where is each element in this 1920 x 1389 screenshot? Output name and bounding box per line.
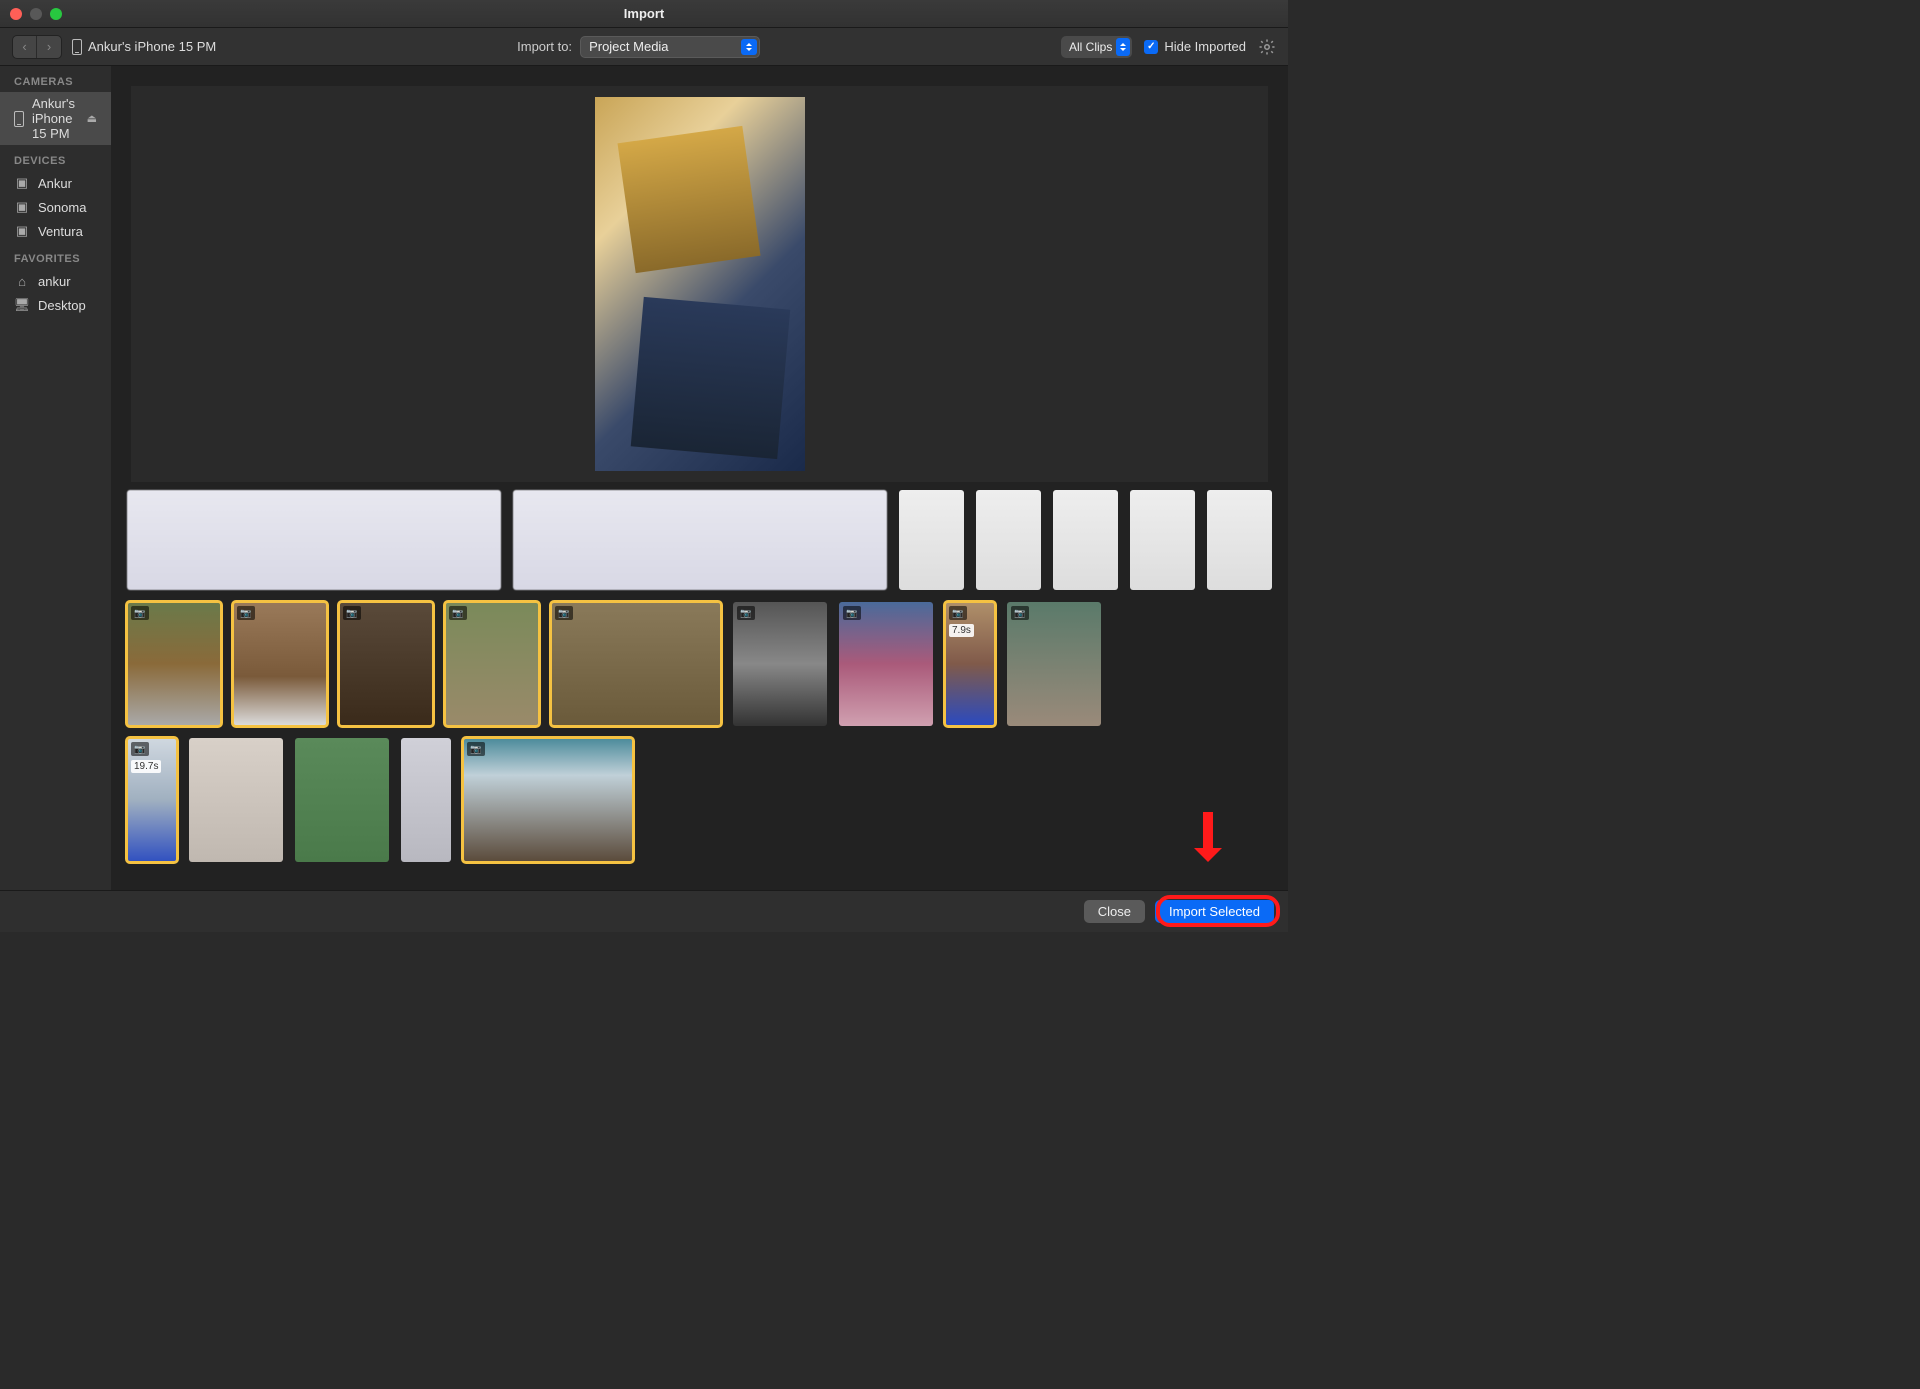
footer: Close Import Selected bbox=[0, 890, 1288, 932]
hide-imported-label: Hide Imported bbox=[1164, 39, 1246, 54]
thumbnail[interactable]: 📷 bbox=[733, 602, 827, 726]
thumbnail[interactable]: 📷 bbox=[445, 602, 539, 726]
camera-badge-icon: 📷 bbox=[449, 606, 467, 620]
minimize-window-button[interactable] bbox=[30, 8, 42, 20]
forward-button[interactable]: › bbox=[37, 36, 61, 58]
sidebar-item-fav-ankur[interactable]: ⌂ ankur bbox=[0, 269, 111, 293]
thumbnail[interactable] bbox=[127, 490, 501, 590]
duration-badge: 19.7s bbox=[131, 760, 161, 773]
nav-buttons: ‹ › bbox=[12, 35, 62, 59]
camera-badge-icon: 📷 bbox=[237, 606, 255, 620]
window-title: Import bbox=[624, 6, 664, 21]
camera-badge-icon: 📷 bbox=[555, 606, 573, 620]
gear-icon[interactable] bbox=[1258, 38, 1276, 56]
sidebar-item-label: Ventura bbox=[38, 224, 83, 239]
camera-badge-icon: 📷 bbox=[343, 606, 361, 620]
thumbnail[interactable] bbox=[899, 490, 964, 590]
thumbnail[interactable] bbox=[1053, 490, 1118, 590]
thumbnail[interactable] bbox=[401, 738, 451, 862]
dropdown-icon bbox=[741, 39, 757, 55]
import-selected-button[interactable]: Import Selected bbox=[1155, 900, 1274, 923]
sidebar-item-label: Ankur's iPhone 15 PM bbox=[32, 96, 79, 141]
thumbnails-grid: 📷 📷 📷 📷 📷 📷 📷 📷 7.9s 📷 📷 19.7s 📷 bbox=[111, 486, 1288, 890]
camera-badge-icon: 📷 bbox=[737, 606, 755, 620]
back-button[interactable]: ‹ bbox=[13, 36, 37, 58]
close-button[interactable]: Close bbox=[1084, 900, 1145, 923]
sidebar-item-device-sonoma[interactable]: ▣ Sonoma bbox=[0, 195, 111, 219]
checkbox-icon: ✓ bbox=[1144, 40, 1158, 54]
drive-icon: ▣ bbox=[14, 175, 30, 191]
sidebar-item-fav-desktop[interactable]: 🖥 Desktop bbox=[0, 293, 111, 317]
thumbnail[interactable] bbox=[295, 738, 389, 862]
current-device: Ankur's iPhone 15 PM bbox=[72, 39, 216, 55]
camera-badge-icon: 📷 bbox=[131, 742, 149, 756]
traffic-lights bbox=[10, 8, 62, 20]
toolbar-right: All Clips ✓ Hide Imported bbox=[1061, 36, 1276, 58]
thumbnail[interactable] bbox=[189, 738, 283, 862]
thumbnail[interactable]: 📷 19.7s bbox=[127, 738, 177, 862]
toolbar: ‹ › Ankur's iPhone 15 PM Import to: Proj… bbox=[0, 28, 1288, 66]
thumbnail[interactable]: 📷 bbox=[1007, 602, 1101, 726]
drive-icon: ▣ bbox=[14, 223, 30, 239]
drive-icon: ▣ bbox=[14, 199, 30, 215]
sidebar-item-label: Desktop bbox=[38, 298, 86, 313]
content: CAMERAS Ankur's iPhone 15 PM ⏏ DEVICES ▣… bbox=[0, 66, 1288, 890]
thumbnail[interactable] bbox=[1207, 490, 1272, 590]
phone-icon bbox=[72, 39, 82, 55]
sidebar-item-device-ventura[interactable]: ▣ Ventura bbox=[0, 219, 111, 243]
preview-pane bbox=[131, 86, 1268, 482]
thumbnail[interactable]: 📷 bbox=[551, 602, 721, 726]
phone-icon bbox=[14, 111, 24, 127]
home-icon: ⌂ bbox=[14, 273, 30, 289]
thumbnail[interactable] bbox=[976, 490, 1041, 590]
sidebar-item-label: Ankur bbox=[38, 176, 72, 191]
sidebar-section-header: FAVORITES bbox=[0, 243, 111, 269]
thumbnail[interactable]: 📷 bbox=[339, 602, 433, 726]
camera-badge-icon: 📷 bbox=[1011, 606, 1029, 620]
thumbnail[interactable] bbox=[1130, 490, 1195, 590]
camera-badge-icon: 📷 bbox=[467, 742, 485, 756]
clips-filter-value: All Clips bbox=[1069, 40, 1112, 54]
import-to-control: Import to: Project Media bbox=[517, 36, 760, 58]
eject-icon[interactable]: ⏏ bbox=[87, 112, 97, 125]
clips-filter-select[interactable]: All Clips bbox=[1061, 36, 1132, 58]
fullscreen-window-button[interactable] bbox=[50, 8, 62, 20]
close-window-button[interactable] bbox=[10, 8, 22, 20]
hide-imported-checkbox[interactable]: ✓ Hide Imported bbox=[1144, 39, 1246, 54]
main-area: 📷 📷 📷 📷 📷 📷 📷 📷 7.9s 📷 📷 19.7s 📷 bbox=[111, 66, 1288, 890]
preview-image bbox=[595, 97, 805, 471]
duration-badge: 7.9s bbox=[949, 624, 974, 637]
sidebar-section-header: DEVICES bbox=[0, 145, 111, 171]
camera-badge-icon: 📷 bbox=[131, 606, 149, 620]
titlebar: Import bbox=[0, 0, 1288, 28]
sidebar-item-label: Sonoma bbox=[38, 200, 86, 215]
sidebar-item-camera-iphone[interactable]: Ankur's iPhone 15 PM ⏏ bbox=[0, 92, 111, 145]
thumbnail[interactable]: 📷 bbox=[233, 602, 327, 726]
import-to-label: Import to: bbox=[517, 39, 572, 54]
camera-badge-icon: 📷 bbox=[949, 606, 967, 620]
thumbnail[interactable] bbox=[513, 490, 887, 590]
desktop-icon: 🖥 bbox=[14, 297, 30, 313]
import-to-select[interactable]: Project Media bbox=[580, 36, 760, 58]
current-device-label: Ankur's iPhone 15 PM bbox=[88, 39, 216, 54]
thumbnail[interactable]: 📷 7.9s bbox=[945, 602, 995, 726]
import-to-value: Project Media bbox=[589, 39, 668, 54]
thumbnail[interactable]: 📷 bbox=[127, 602, 221, 726]
sidebar: CAMERAS Ankur's iPhone 15 PM ⏏ DEVICES ▣… bbox=[0, 66, 111, 890]
sidebar-item-label: ankur bbox=[38, 274, 71, 289]
sidebar-section-header: CAMERAS bbox=[0, 66, 111, 92]
thumbnail[interactable]: 📷 bbox=[839, 602, 933, 726]
camera-badge-icon: 📷 bbox=[843, 606, 861, 620]
sidebar-item-device-ankur[interactable]: ▣ Ankur bbox=[0, 171, 111, 195]
thumbnail[interactable]: 📷 bbox=[463, 738, 633, 862]
dropdown-icon bbox=[1116, 38, 1130, 56]
